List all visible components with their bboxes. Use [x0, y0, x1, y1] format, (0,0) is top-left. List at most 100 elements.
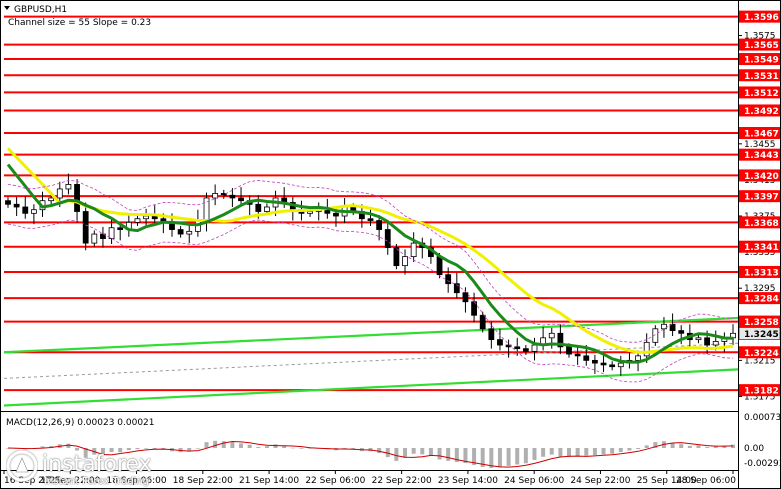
candle-body [548, 332, 555, 339]
candle-body [307, 211, 313, 214]
candle-body [22, 206, 29, 214]
level-price-label: 1.3313 [744, 268, 779, 278]
macd-histogram-bar [705, 447, 710, 448]
candle-body [600, 362, 607, 366]
candle-body [13, 203, 20, 208]
macd-histogram-bar [135, 448, 140, 450]
candle-body [488, 328, 495, 341]
time-tick-label: 18 Sep 22:00 [173, 476, 233, 486]
candle-body [56, 188, 63, 199]
level-price-label: 1.3492 [744, 107, 779, 117]
level-price-label: 1.3284 [744, 295, 779, 305]
macd-axis-top: 0.00073 [744, 413, 781, 423]
macd-histogram-bar [575, 448, 580, 456]
candle-body [367, 218, 374, 221]
level-price-label: 1.3443 [744, 151, 779, 161]
candle-body [609, 364, 616, 368]
moving-average-fast [6, 163, 734, 364]
level-price-label: 1.3467 [744, 130, 779, 140]
candle-body [65, 184, 72, 190]
time-tick-label: 24 Sep 22:00 [570, 476, 630, 486]
candle-body [678, 330, 685, 334]
macd-histogram-bar [239, 443, 244, 448]
macd-histogram-bar [636, 448, 641, 449]
macd-histogram-bar [515, 448, 520, 465]
time-tick-label: 21 Sep 14:00 [239, 476, 299, 486]
macd-histogram-bar [230, 442, 235, 448]
macd-histogram-bar [446, 448, 451, 461]
channel-lower-line [3, 368, 739, 407]
candle-body [134, 218, 141, 223]
macd-histogram-bar [627, 448, 632, 451]
macd-histogram-bar [403, 448, 408, 458]
level-price-label: 1.3596 [744, 13, 779, 23]
candle-body [497, 339, 503, 346]
macd-histogram-bar [549, 448, 554, 455]
macd-histogram-bar [592, 448, 597, 456]
level-price-label: 1.3258 [744, 318, 779, 328]
macd-histogram-bar [377, 448, 382, 454]
candle-body [704, 337, 711, 346]
macd-histogram-bar [221, 441, 226, 448]
time-tick-label: 22 Sep 22:00 [372, 476, 432, 486]
candle-body [574, 353, 581, 357]
candle-body [479, 314, 486, 330]
macd-histogram-bar [394, 448, 399, 461]
candle-body [82, 211, 89, 244]
level-price-label: 1.3512 [744, 89, 779, 99]
macd-histogram-bar [489, 448, 494, 468]
macd-histogram-bar [506, 448, 511, 466]
macd-histogram-bar [687, 445, 692, 448]
level-price-label: 1.3549 [744, 56, 779, 66]
macd-histogram-bar [247, 444, 252, 448]
macd-histogram-bar [532, 448, 537, 460]
level-price-label: 1.3397 [744, 193, 779, 203]
candle-body [592, 359, 598, 364]
macd-histogram-bar [256, 447, 261, 448]
macd-histogram-bar [411, 448, 416, 454]
candle-body [48, 197, 55, 202]
macd-histogram-bar [523, 448, 528, 464]
candle-body [712, 341, 719, 346]
macd-histogram-bar [213, 440, 218, 448]
collapse-triangle-icon [4, 6, 10, 10]
candle-body [229, 194, 236, 199]
time-tick-label: 23 Sep 14:00 [438, 476, 498, 486]
macd-histogram-bar [420, 448, 425, 455]
macd-histogram-bar [264, 446, 269, 448]
current-price-label: 1.3245 [744, 330, 779, 340]
level-price-label: 1.3531 [744, 72, 779, 82]
candle-body [238, 197, 244, 202]
candle-body [695, 337, 702, 341]
macd-histogram-bar [428, 448, 433, 456]
candle-body [74, 184, 80, 212]
candle-body [566, 346, 572, 355]
candle-body [30, 209, 37, 214]
candle-body [212, 193, 219, 199]
macd-histogram-bar [290, 447, 295, 449]
candle-body [5, 200, 11, 205]
macd-histogram-bar [204, 442, 209, 448]
candle-body [384, 229, 391, 249]
candle-body [635, 355, 641, 361]
candle-body [91, 233, 98, 244]
candle-body [617, 362, 624, 368]
candle-body [445, 274, 452, 285]
macd-histogram-bar [75, 448, 80, 451]
level-price-label: 1.3565 [744, 41, 779, 51]
macd-histogram-bar [618, 448, 623, 452]
level-price-label: 1.3182 [744, 387, 779, 397]
price-chart[interactable]: GBPUSD,H1 Channel size = 55 Slope = 0.23 1… [0, 0, 781, 489]
candle-body [186, 230, 193, 235]
level-price-label: 1.3224 [744, 349, 779, 359]
channel-upper-line [3, 316, 739, 354]
macd-histogram-bar [696, 445, 701, 448]
level-price-label: 1.3341 [744, 243, 779, 253]
macd-histogram-bar [126, 448, 131, 451]
macd-histogram-bar [299, 448, 304, 449]
macd-axis-bottom: -0.00293 [744, 459, 781, 469]
candle-body [643, 341, 650, 357]
time-tick-label: 24 Sep 06:00 [504, 476, 564, 486]
macd-histogram-bar [558, 448, 563, 457]
candle-body [177, 229, 184, 235]
